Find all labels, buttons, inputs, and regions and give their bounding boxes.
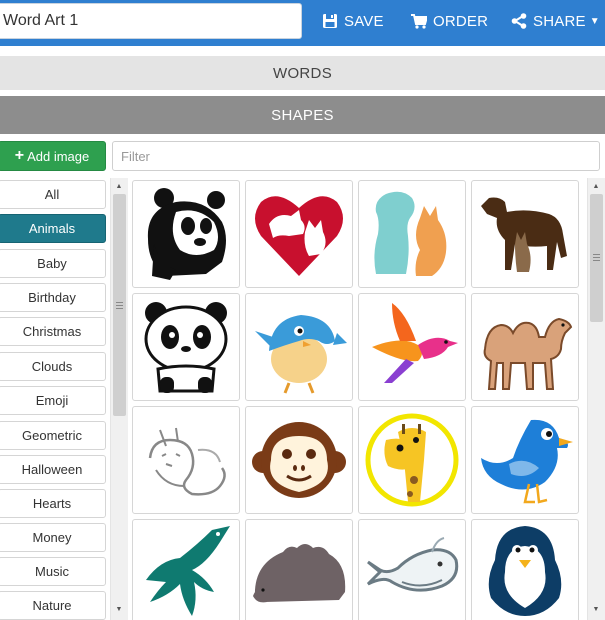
- cart-icon: [411, 13, 427, 29]
- penguin-icon: [488, 526, 562, 616]
- shape-tile[interactable]: [471, 180, 579, 288]
- scroll-up-arrow-icon[interactable]: ▲: [589, 179, 603, 193]
- shape-tile[interactable]: [245, 180, 353, 288]
- plus-icon: +: [14, 147, 25, 164]
- save-label: SAVE: [344, 12, 384, 30]
- flying-bird-icon: [372, 303, 458, 383]
- category-label: Nature: [32, 598, 72, 613]
- category-label: Christmas: [22, 324, 82, 339]
- teal-bird-icon: [146, 526, 230, 616]
- share-icon: [511, 13, 527, 29]
- order-label: ORDER: [433, 12, 489, 30]
- words-section-header[interactable]: WORDS: [0, 56, 605, 90]
- add-image-button[interactable]: + Add image: [0, 141, 106, 171]
- monkey-icon: [252, 422, 346, 498]
- category-label: Halloween: [21, 462, 83, 477]
- category-scroll-thumb[interactable]: [113, 194, 126, 416]
- heart-dog-cat-icon: [255, 196, 343, 276]
- category-label: Music: [35, 564, 69, 579]
- category-label: Birthday: [28, 290, 76, 305]
- words-section-label: WORDS: [273, 64, 332, 82]
- cat-sketch-icon: [148, 427, 226, 496]
- add-image-label: Add image: [27, 148, 90, 164]
- category-item[interactable]: Baby: [0, 249, 106, 278]
- shape-tile[interactable]: [471, 406, 579, 514]
- shape-tile[interactable]: [471, 293, 579, 401]
- category-item[interactable]: Geometric: [0, 421, 106, 450]
- category-item[interactable]: Nature: [0, 591, 106, 620]
- scroll-down-arrow-icon[interactable]: ▼: [589, 602, 603, 616]
- chevron-down-icon: ▼: [589, 15, 600, 27]
- shapes-section-header[interactable]: SHAPES: [0, 96, 605, 134]
- category-label: Geometric: [22, 428, 82, 443]
- shape-tile[interactable]: [358, 406, 466, 514]
- shape-tile[interactable]: [358, 180, 466, 288]
- category-label: Clouds: [31, 359, 73, 374]
- panda-cartoon-icon: [144, 302, 228, 393]
- shape-tile[interactable]: [132, 519, 240, 620]
- shape-tile[interactable]: [358, 519, 466, 620]
- shape-tile[interactable]: [245, 406, 353, 514]
- category-item[interactable]: Clouds: [0, 352, 106, 381]
- shape-tile[interactable]: [245, 293, 353, 401]
- category-item[interactable]: All: [0, 180, 106, 209]
- top-bar: SAVE ORDER SHARE ▼: [0, 0, 605, 46]
- share-label: SHARE: [533, 12, 586, 30]
- shapes-section-label: SHAPES: [271, 106, 334, 124]
- share-button[interactable]: SHARE ▼: [511, 0, 600, 42]
- shape-tile[interactable]: [471, 519, 579, 620]
- shape-tile[interactable]: [132, 406, 240, 514]
- save-icon: [323, 14, 337, 28]
- category-list: All Animals Baby Birthday Christmas Clou…: [0, 178, 108, 620]
- shape-tile[interactable]: [132, 293, 240, 401]
- shape-tile[interactable]: [132, 180, 240, 288]
- shape-tile[interactable]: [358, 293, 466, 401]
- category-label: Money: [32, 530, 72, 545]
- scroll-down-arrow-icon[interactable]: ▼: [112, 602, 126, 616]
- category-item[interactable]: Animals: [0, 214, 106, 243]
- art-title-input[interactable]: [0, 3, 302, 39]
- category-item[interactable]: Birthday: [0, 283, 106, 312]
- category-item[interactable]: Emoji: [0, 386, 106, 415]
- hedgehog-icon: [253, 544, 346, 603]
- shapes-scroll-thumb[interactable]: [590, 194, 603, 322]
- category-item[interactable]: Halloween: [0, 455, 106, 484]
- save-button[interactable]: SAVE: [322, 0, 384, 42]
- camel-icon: [483, 317, 573, 390]
- order-button[interactable]: ORDER: [411, 0, 488, 42]
- category-item[interactable]: Music: [0, 557, 106, 586]
- category-label: Animals: [28, 221, 76, 236]
- filter-input[interactable]: [112, 141, 600, 171]
- category-scrollbar[interactable]: ▲ ▼: [110, 178, 128, 620]
- dog-cat-silhouette-icon: [374, 191, 447, 276]
- dog-cat-brown-icon: [481, 197, 567, 272]
- blue-bird-icon: [255, 315, 347, 394]
- shapes-scrollbar[interactable]: ▲ ▼: [587, 178, 605, 620]
- whale-icon: [366, 537, 459, 592]
- shape-tile[interactable]: [245, 519, 353, 620]
- category-item[interactable]: Hearts: [0, 489, 106, 518]
- scroll-up-arrow-icon[interactable]: ▲: [112, 179, 126, 193]
- category-label: Hearts: [32, 496, 72, 511]
- category-label: All: [44, 187, 60, 202]
- category-item[interactable]: Money: [0, 523, 106, 552]
- category-item[interactable]: Christmas: [0, 317, 106, 346]
- category-label: Baby: [37, 256, 67, 271]
- blue-bird-standing-icon: [481, 419, 573, 504]
- giraffe-icon: [365, 413, 459, 507]
- panda-wwf-icon: [147, 188, 226, 280]
- category-label: Emoji: [35, 393, 69, 408]
